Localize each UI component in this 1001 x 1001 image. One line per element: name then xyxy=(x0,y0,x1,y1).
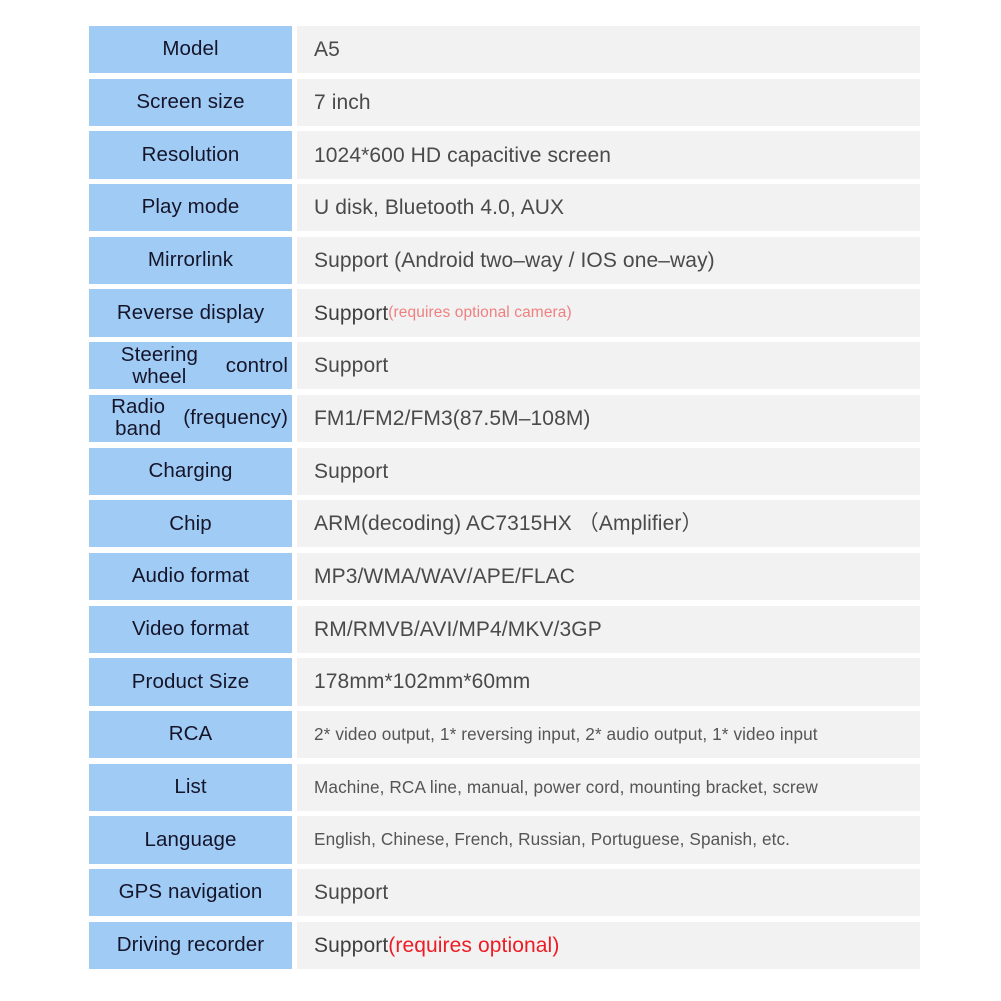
table-row: Play mode U disk, Bluetooth 4.0, AUX xyxy=(89,184,920,232)
row-value: English, Chinese, French, Russian, Portu… xyxy=(297,816,920,864)
row-label: Mirrorlink xyxy=(89,236,292,285)
row-value: 178mm*102mm*60mm xyxy=(297,658,920,706)
table-row: Mirrorlink Support (Android two–way / IOS… xyxy=(89,236,920,285)
row-label: Chip xyxy=(89,500,292,548)
row-label: Resolution xyxy=(89,131,292,179)
row-label-line: control xyxy=(225,353,288,377)
row-label: Driving recorder xyxy=(89,921,292,969)
row-value: RM/RMVB/AVI/MP4/MKV/3GP xyxy=(297,605,920,653)
row-label-line: Steering wheel xyxy=(120,342,198,388)
table-row: Charging Support xyxy=(89,447,920,495)
row-value-text: Support xyxy=(314,301,389,325)
row-value: Support xyxy=(297,447,920,495)
row-value: Machine, RCA line, manual, power cord, m… xyxy=(297,763,920,811)
row-label: Reverse display xyxy=(89,289,292,337)
row-label: GPS navigation xyxy=(89,869,292,917)
row-label-line: (frequency) xyxy=(183,406,288,430)
row-label-line: Radio band xyxy=(111,395,166,441)
row-value: 7 inch xyxy=(297,78,920,126)
row-value: Support (Android two–way / IOS one–way) xyxy=(297,236,920,285)
row-label: Product Size xyxy=(89,658,292,706)
row-value: Support xyxy=(297,342,920,390)
table-row: List Machine, RCA line, manual, power cor… xyxy=(89,763,920,811)
table-row: Language English, Chinese, French, Russia… xyxy=(89,816,920,864)
specification-table: Model A5 Screen size 7 inch Resolution 1024*6… xyxy=(89,26,920,974)
row-value: Support (requires optional camera) xyxy=(297,289,920,337)
row-label: Radio band (frequency) xyxy=(89,394,292,443)
table-row: RCA 2* video output, 1* reversing input, … xyxy=(89,710,920,759)
row-label: List xyxy=(89,763,292,811)
row-label: Charging xyxy=(89,447,292,495)
row-value: 1024*600 HD capacitive screen xyxy=(297,131,920,179)
table-row: Radio band (frequency) FM1/FM2/FM3(87.5M–1… xyxy=(89,394,920,443)
row-value: MP3/WMA/WAV/APE/FLAC xyxy=(297,552,920,601)
row-value-note: (requires optional) xyxy=(388,933,560,957)
table-row: Steering wheel control Support xyxy=(89,342,920,390)
row-label: Steering wheel control xyxy=(89,342,292,390)
row-value: 2* video output, 1* reversing input, 2* … xyxy=(297,710,920,759)
table-row: Driving recorder Support (requires optiona… xyxy=(89,921,920,969)
row-value: FM1/FM2/FM3(87.5M–108M) xyxy=(297,394,920,443)
row-label: Audio format xyxy=(89,552,292,601)
table-row: Chip ARM(decoding) AC7315HX （Amplifier） xyxy=(89,500,920,548)
row-label: RCA xyxy=(89,710,292,759)
row-value: Support xyxy=(297,869,920,917)
row-value: A5 xyxy=(297,26,920,74)
row-value: U disk, Bluetooth 4.0, AUX xyxy=(297,184,920,232)
row-value: Support (requires optional) xyxy=(297,921,920,969)
row-label: Model xyxy=(89,26,292,74)
table-row: Reverse display Support (requires optional… xyxy=(89,289,920,337)
row-label: Screen size xyxy=(89,78,292,126)
row-label: Video format xyxy=(89,605,292,653)
row-value-note: (requires optional camera) xyxy=(388,304,572,322)
table-row: Product Size 178mm*102mm*60mm xyxy=(89,658,920,706)
table-row: Audio format MP3/WMA/WAV/APE/FLAC xyxy=(89,552,920,601)
row-label: Play mode xyxy=(89,184,292,232)
table-row: Screen size 7 inch xyxy=(89,78,920,126)
table-row: Model A5 xyxy=(89,26,920,74)
table-row: Video format RM/RMVB/AVI/MP4/MKV/3GP xyxy=(89,605,920,653)
row-value: ARM(decoding) AC7315HX （Amplifier） xyxy=(297,500,920,548)
table-row: Resolution 1024*600 HD capacitive screen xyxy=(89,131,920,179)
row-value-text: Support xyxy=(314,933,389,957)
table-row: GPS navigation Support xyxy=(89,869,920,917)
row-label: Language xyxy=(89,816,292,864)
